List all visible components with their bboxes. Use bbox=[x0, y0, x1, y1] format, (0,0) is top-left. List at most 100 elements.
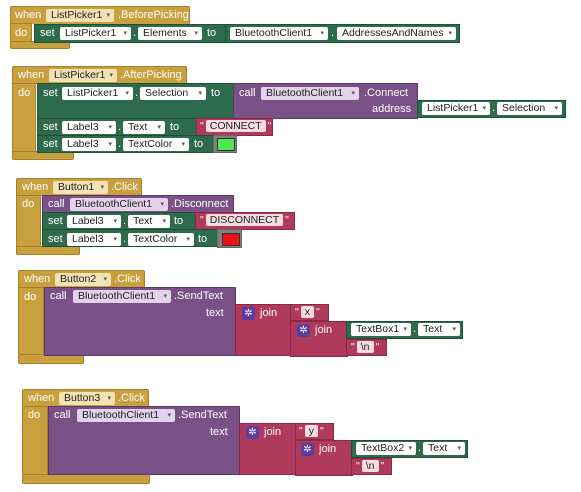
text-literal[interactable]: " \n " bbox=[356, 460, 384, 473]
chevron-down-icon: ▾ bbox=[482, 105, 486, 112]
join-label: join bbox=[315, 324, 333, 336]
when-label: when bbox=[24, 273, 51, 285]
component-dropdown[interactable]: ListPicker1 ▾ bbox=[49, 69, 117, 82]
chevron-down-icon: ▾ bbox=[100, 184, 104, 191]
property-dropdown[interactable]: Selection ▾ bbox=[140, 87, 206, 100]
property-dropdown[interactable]: Elements ▾ bbox=[138, 27, 202, 40]
chevron-down-icon: ▾ bbox=[351, 90, 355, 97]
getter-component-dropdown[interactable]: TextBox1 ▾ bbox=[351, 323, 411, 336]
property-dropdown[interactable]: Text ▾ bbox=[123, 121, 165, 134]
text-literal[interactable]: " \n " bbox=[351, 341, 379, 354]
getter-component-dropdown[interactable]: ListPicker1 ▾ bbox=[422, 102, 490, 115]
target-dropdown[interactable]: Label3 ▾ bbox=[67, 233, 121, 246]
do-label: do bbox=[24, 291, 37, 303]
chevron-down-icon: ▾ bbox=[109, 72, 113, 79]
text-literal[interactable]: " CONNECT " bbox=[200, 120, 271, 133]
getter-component-dropdown[interactable]: BluetoothClient1 ▾ bbox=[230, 27, 328, 40]
chevron-down-icon: ▾ bbox=[163, 293, 167, 300]
join-label: join bbox=[264, 426, 282, 438]
chevron-down-icon: ▾ bbox=[452, 326, 456, 333]
chevron-down-icon: ▾ bbox=[403, 326, 407, 333]
set-label: set bbox=[43, 121, 58, 133]
call-label: call bbox=[50, 290, 67, 302]
when-label: when bbox=[22, 181, 49, 193]
chevron-down-icon: ▾ bbox=[113, 236, 117, 243]
target-dropdown[interactable]: Label3 ▾ bbox=[67, 215, 121, 228]
gear-icon[interactable]: ✲ bbox=[242, 307, 255, 320]
chevron-down-icon: ▾ bbox=[113, 218, 117, 225]
target-dropdown[interactable]: Label3 ▾ bbox=[62, 138, 116, 151]
chevron-down-icon: ▾ bbox=[106, 12, 110, 19]
text-literal[interactable]: " x " bbox=[295, 306, 320, 319]
event-footer bbox=[16, 246, 80, 255]
text-literal[interactable]: " DISCONNECT " bbox=[200, 214, 289, 227]
when-label: when bbox=[28, 392, 55, 404]
color-swatch-green[interactable] bbox=[217, 138, 235, 151]
when-label: when bbox=[15, 9, 42, 21]
component-dropdown[interactable]: ListPicker1 ▾ bbox=[46, 9, 114, 22]
target-dropdown[interactable]: Label3 ▾ bbox=[62, 121, 116, 134]
gear-icon[interactable]: ✲ bbox=[297, 324, 310, 337]
event-name-label: .Click bbox=[111, 181, 138, 193]
chevron-down-icon: ▾ bbox=[457, 445, 461, 452]
set-label: set bbox=[48, 215, 63, 227]
chevron-down-icon: ▾ bbox=[125, 90, 129, 97]
getter-property-dropdown[interactable]: AddressesAndNames ▾ bbox=[337, 27, 456, 40]
method-name-label: .Disconnect bbox=[171, 198, 229, 210]
component-dropdown[interactable]: Button2 ▾ bbox=[55, 273, 111, 286]
event-footer bbox=[22, 474, 150, 484]
arg-label-text: text bbox=[206, 307, 224, 319]
chevron-down-icon: ▾ bbox=[198, 90, 202, 97]
when-label: when bbox=[18, 69, 45, 81]
chevron-down-icon: ▾ bbox=[194, 30, 198, 37]
to-label: to bbox=[174, 215, 184, 227]
call-component-dropdown[interactable]: BluetoothClient1 ▾ bbox=[73, 290, 171, 303]
chevron-down-icon: ▾ bbox=[167, 412, 171, 419]
chevron-down-icon: ▾ bbox=[160, 201, 164, 208]
component-dropdown[interactable]: Button3 ▾ bbox=[59, 392, 115, 405]
method-name-label: .SendText bbox=[174, 290, 223, 302]
gear-icon[interactable]: ✲ bbox=[301, 443, 314, 456]
set-label: set bbox=[43, 138, 58, 150]
set-label: set bbox=[48, 233, 63, 245]
property-dropdown[interactable]: TextColor ▾ bbox=[128, 233, 194, 246]
to-label: to bbox=[211, 87, 221, 99]
call-component-dropdown[interactable]: BluetoothClient1 ▾ bbox=[70, 198, 168, 211]
set-label: set bbox=[43, 87, 58, 99]
arg-label-address: address bbox=[372, 103, 412, 115]
call-component-dropdown[interactable]: BluetoothClient1 ▾ bbox=[77, 409, 175, 422]
color-swatch-red[interactable] bbox=[222, 233, 240, 246]
do-label: do bbox=[18, 87, 31, 99]
target-dropdown[interactable]: ListPicker1 ▾ bbox=[60, 27, 131, 40]
join-label: join bbox=[319, 443, 337, 455]
component-dropdown[interactable]: Button1 ▾ bbox=[53, 181, 108, 194]
chevron-down-icon: ▾ bbox=[157, 124, 161, 131]
call-label: call bbox=[54, 409, 71, 421]
text-literal[interactable]: " y " bbox=[299, 425, 324, 438]
to-label: to bbox=[198, 233, 208, 245]
call-component-dropdown[interactable]: BluetoothClient1 ▾ bbox=[261, 87, 359, 100]
call-label: call bbox=[48, 198, 65, 210]
target-dropdown[interactable]: ListPicker1 ▾ bbox=[62, 87, 133, 100]
event-name-label: .Click bbox=[118, 392, 145, 404]
to-label: to bbox=[207, 27, 217, 39]
property-dropdown[interactable]: TextColor ▾ bbox=[123, 138, 189, 151]
gear-icon[interactable]: ✲ bbox=[246, 426, 259, 439]
chevron-down-icon: ▾ bbox=[408, 445, 412, 452]
getter-component-dropdown[interactable]: TextBox2 ▾ bbox=[356, 442, 416, 455]
chevron-down-icon: ▾ bbox=[108, 124, 112, 131]
property-dropdown[interactable]: Text ▾ bbox=[128, 215, 170, 228]
arg-label-text: text bbox=[210, 426, 228, 438]
event-name-label: .Click bbox=[114, 273, 141, 285]
chevron-down-icon: ▾ bbox=[123, 30, 127, 37]
chevron-down-icon: ▾ bbox=[554, 105, 558, 112]
getter-property-dropdown[interactable]: Text ▾ bbox=[418, 323, 460, 336]
join-label: join bbox=[260, 307, 278, 319]
chevron-down-icon: ▾ bbox=[162, 218, 166, 225]
getter-property-dropdown[interactable]: Text ▾ bbox=[423, 442, 465, 455]
getter-property-dropdown[interactable]: Selection ▾ bbox=[497, 102, 562, 115]
to-label: to bbox=[194, 138, 204, 150]
event-name-label: .BeforePicking bbox=[118, 9, 189, 21]
to-label: to bbox=[170, 121, 180, 133]
event-name-label: .AfterPicking bbox=[120, 69, 182, 81]
